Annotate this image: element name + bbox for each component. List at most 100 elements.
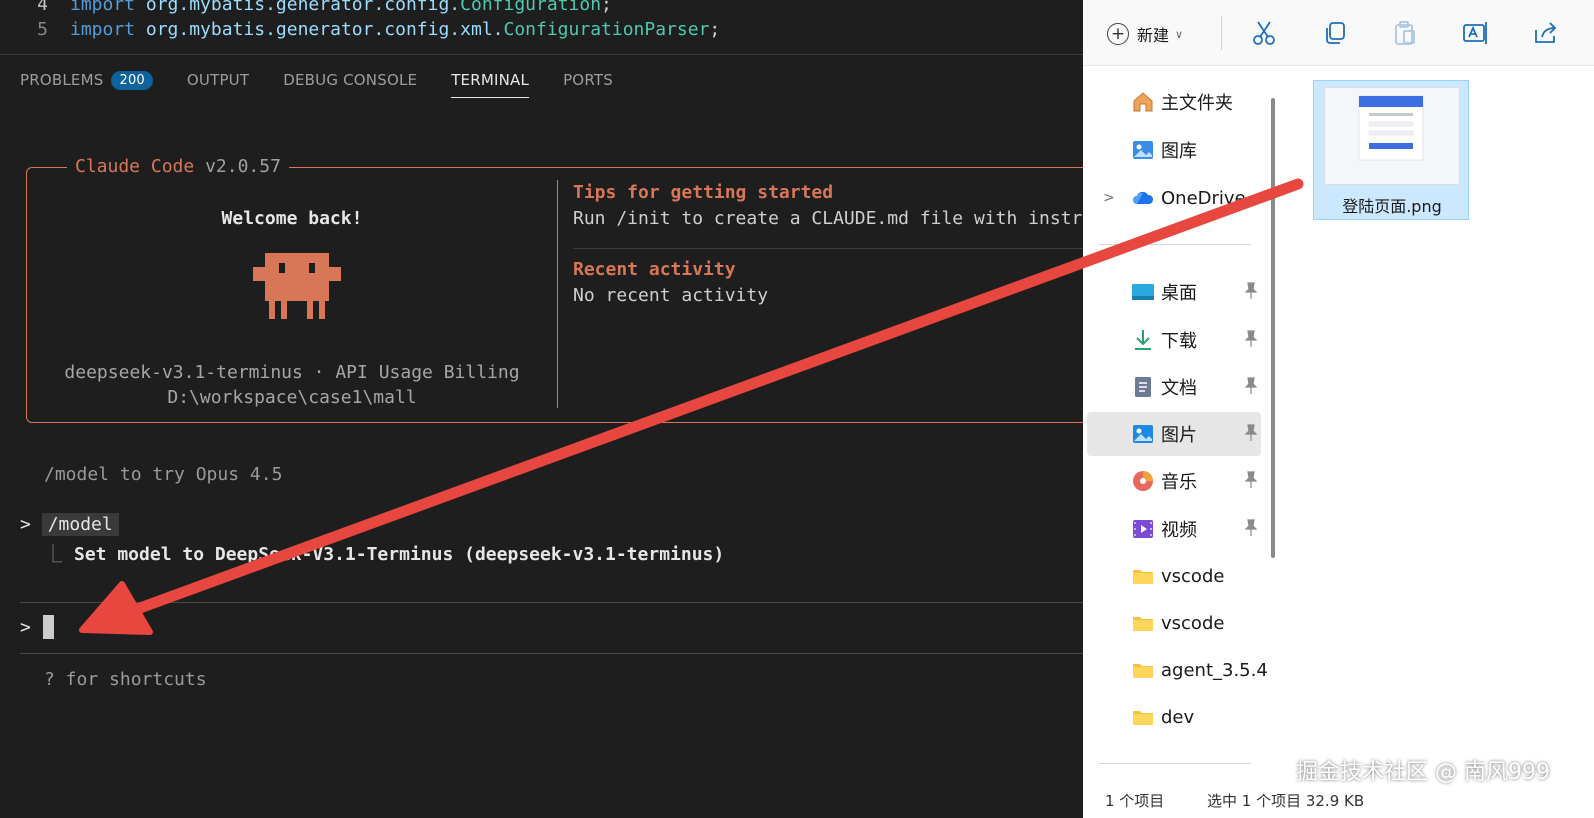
problems-count-badge: 200: [111, 70, 153, 90]
nav-label: 桌面: [1161, 283, 1197, 304]
pin-icon[interactable]: [1243, 471, 1259, 489]
nav-item-downloads[interactable]: 下载: [1087, 318, 1261, 362]
item-count: 1 个项目: [1105, 792, 1165, 810]
panel-tab-bar: PROBLEMS 200 OUTPUT DEBUG CONSOLE TERMIN…: [0, 56, 1100, 104]
file-item-selected[interactable]: 登陆页面.png: [1313, 80, 1469, 220]
input-prompt: >: [20, 617, 31, 638]
nav-label: 视频: [1161, 520, 1197, 541]
nav-separator: [1099, 244, 1251, 245]
app-name: Claude Code: [75, 156, 195, 177]
nav-label: 图库: [1161, 141, 1197, 162]
code-line-4[interactable]: 4 import org.mybatis.generator.config. Co…: [0, 0, 612, 16]
nav-item-documents[interactable]: 文档: [1087, 365, 1261, 409]
copy-icon[interactable]: [1320, 18, 1350, 48]
tab-terminal[interactable]: TERMINAL: [451, 56, 529, 104]
model-billing-info: deepseek-v3.1-terminus · API Usage Billi…: [64, 362, 520, 383]
app-version: v2.0.57: [205, 156, 281, 177]
music-icon: [1133, 471, 1153, 491]
login-page-preview-icon: [1325, 88, 1459, 184]
pin-icon[interactable]: [1243, 282, 1259, 300]
code-line-5[interactable]: 5 import org.mybatis.generator.config.xm…: [0, 17, 720, 41]
file-name: 登陆页面.png: [1342, 197, 1442, 216]
tab-ports[interactable]: PORTS: [563, 56, 613, 104]
nav-item-gallery[interactable]: 图库: [1087, 128, 1261, 172]
input-bottom-border: [20, 653, 1100, 654]
nav-item-dev[interactable]: dev: [1087, 695, 1261, 739]
recent-activity-text: No recent activity: [573, 285, 769, 306]
toolbar-separator: [1221, 16, 1222, 50]
pin-icon[interactable]: [1243, 377, 1259, 395]
nav-item-home[interactable]: 主文件夹: [1087, 80, 1261, 124]
nav-item-agent[interactable]: agent_3.5.4: [1087, 648, 1268, 692]
selection-info: 选中 1 个项目 32.9 KB: [1207, 792, 1365, 810]
tips-text: Run /init to create a CLAUDE.md file wit…: [573, 208, 1100, 229]
line-number: 4: [37, 0, 48, 15]
tab-label: PROBLEMS: [20, 71, 104, 89]
claude-welcome-box: Claude Code v2.0.57 Welcome back! deepse…: [26, 156, 1100, 423]
status-bar: 1 个项目 选中 1 个项目 32.9 KB: [1083, 790, 1594, 818]
vscode-window: 4 import org.mybatis.generator.config. Co…: [0, 0, 1100, 818]
video-icon: [1133, 520, 1153, 538]
nav-item-desktop[interactable]: 桌面: [1087, 270, 1261, 314]
rename-icon[interactable]: [1461, 18, 1491, 48]
download-icon: [1135, 330, 1151, 350]
nav-label: 音乐: [1161, 472, 1197, 493]
paste-icon[interactable]: [1390, 18, 1420, 48]
nav-item-videos[interactable]: 视频: [1087, 507, 1261, 551]
nav-item-pictures[interactable]: 图片: [1087, 412, 1261, 456]
nav-label: dev: [1161, 706, 1195, 728]
nav-label: 图片: [1161, 425, 1197, 446]
watermark-text: 掘金技术社区 @ 南风999: [1296, 760, 1550, 785]
nav-separator: [1099, 763, 1251, 764]
onedrive-icon: [1133, 191, 1154, 204]
nav-label: vscode: [1161, 565, 1225, 587]
panel-divider[interactable]: [0, 54, 1100, 55]
folder-icon: [1133, 617, 1153, 631]
shortcuts-hint: ? for shortcuts: [44, 669, 207, 690]
terminal-input-cursor[interactable]: [43, 615, 54, 639]
code-editor[interactable]: 4 import org.mybatis.generator.config. Co…: [0, 0, 1100, 54]
nav-label: vscode: [1161, 612, 1225, 634]
pin-icon[interactable]: [1243, 330, 1259, 348]
class-name: ConfigurationParser: [503, 18, 710, 40]
cut-icon[interactable]: [1249, 18, 1279, 48]
package-path: org.mybatis.generator.config.xml.: [145, 18, 504, 40]
workspace-path: D:\workspace\case1\mall: [167, 387, 417, 408]
tab-output[interactable]: OUTPUT: [187, 56, 249, 104]
semicolon: ;: [709, 18, 721, 40]
claude-mascot-icon: [253, 253, 341, 319]
nav-label: agent_3.5.4: [1161, 659, 1268, 681]
nav-scrollbar[interactable]: [1271, 98, 1275, 558]
welcome-box-divider: [557, 180, 558, 408]
nav-item-vscode-2[interactable]: vscode: [1087, 601, 1261, 645]
document-icon: [1135, 377, 1151, 397]
nav-item-onedrive[interactable]: OneDrive: [1087, 176, 1261, 220]
share-icon[interactable]: [1531, 18, 1561, 48]
tips-heading: Tips for getting started: [573, 182, 834, 203]
welcome-box-title: Claude Code v2.0.57: [67, 156, 289, 177]
plus-icon: +: [1107, 23, 1129, 45]
class-name: Configuration: [460, 0, 602, 15]
image-thumbnail: [1324, 87, 1460, 185]
recent-activity-heading: Recent activity: [573, 259, 736, 280]
command-result: ⎿ Set model to DeepSeek-V3.1-Terminus (de…: [44, 540, 724, 566]
explorer-toolbar: + 新建 ∨: [1083, 0, 1594, 66]
nav-item-music[interactable]: 音乐: [1087, 459, 1261, 503]
keyword: import: [70, 18, 136, 40]
line-number: 5: [37, 18, 48, 40]
command-history-line: > /model: [20, 513, 119, 536]
tab-problems[interactable]: PROBLEMS 200: [20, 56, 153, 104]
tab-debug-console[interactable]: DEBUG CONSOLE: [283, 56, 417, 104]
nav-label: 主文件夹: [1161, 93, 1233, 114]
command-text: /model: [41, 513, 119, 536]
new-button[interactable]: + 新建 ∨: [1107, 20, 1183, 48]
pin-icon[interactable]: [1243, 424, 1259, 442]
tips-separator: [573, 248, 1100, 249]
new-label: 新建: [1137, 26, 1170, 45]
pin-icon[interactable]: [1243, 519, 1259, 537]
desktop-icon: [1132, 284, 1154, 300]
gallery-icon: [1133, 141, 1153, 159]
navigation-pane: 主文件夹 图库 > OneDrive 桌面 下载 文档 图片 音乐 视频 vsc…: [1083, 66, 1283, 818]
nav-item-vscode[interactable]: vscode: [1087, 554, 1261, 598]
folder-icon: [1133, 570, 1153, 584]
